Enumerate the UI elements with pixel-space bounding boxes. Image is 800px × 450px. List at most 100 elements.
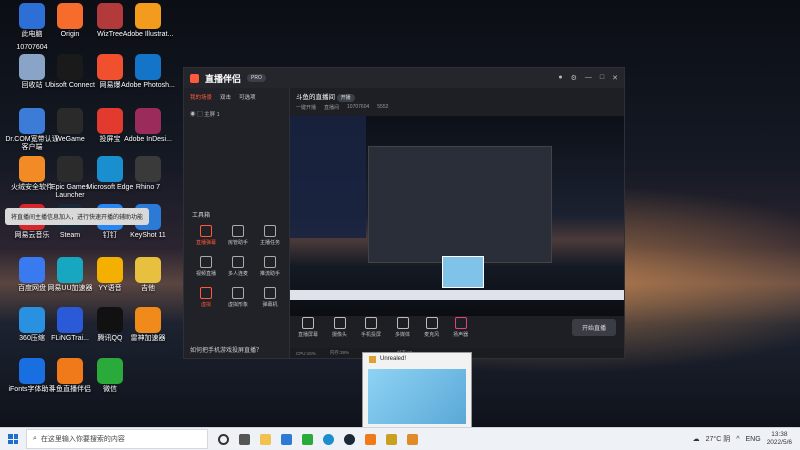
tool-item[interactable]: 虚拟形象	[222, 287, 254, 308]
desktop-icon[interactable]: 吉他	[120, 257, 176, 293]
btn-screen[interactable]: 直播屏幕	[298, 316, 319, 338]
file-explorer-icon[interactable]	[260, 433, 271, 445]
room-tag[interactable]: 开播	[336, 94, 355, 102]
app-logo-icon	[190, 73, 199, 83]
tool-item[interactable]: 多人连麦	[222, 256, 254, 277]
stream-preview[interactable]	[290, 116, 624, 316]
desktop-icon[interactable]: Adobe InDesi...	[120, 108, 176, 144]
maximize-icon[interactable]: □	[600, 74, 604, 82]
scene-item[interactable]: ◉ ▢ 主屏 1	[190, 110, 283, 118]
task-view-icon[interactable]	[239, 433, 250, 445]
tray-overflow-icon[interactable]: ^	[736, 436, 739, 443]
app-icon	[57, 257, 83, 283]
app-titlebar: 直播伴侣 PRO ● ⚙ — □ ✕	[184, 68, 624, 88]
app-badge[interactable]: PRO	[247, 74, 266, 82]
start-stream-button[interactable]: 开始直播	[571, 318, 616, 336]
account-id: 10707604	[4, 44, 60, 52]
tool-icon	[264, 287, 276, 299]
network-app-icon[interactable]	[281, 433, 292, 445]
taskbar-search[interactable]: ⌕ 在这里输入你要搜索的内容	[26, 429, 208, 449]
clock-time: 13:38	[771, 431, 788, 438]
desktop-icon-label: Adobe Photosh...	[121, 82, 175, 89]
desktop-icon[interactable]: 微信	[82, 358, 138, 394]
settings-icon[interactable]: ⚙	[571, 74, 577, 82]
edge-icon[interactable]	[323, 433, 334, 445]
btn-mic[interactable]: 麦克风	[424, 316, 439, 338]
btn-screen-label: 直播屏幕	[298, 331, 319, 338]
tool-item[interactable]: 房管助手	[222, 225, 254, 246]
taskbar-apps	[218, 433, 418, 445]
tab-2[interactable]: 可选项	[239, 93, 256, 101]
window-controls: ● ⚙ — □ ✕	[558, 74, 618, 82]
desktop-icon[interactable]: Adobe Photosh...	[120, 54, 176, 90]
popup-app-icon	[369, 355, 376, 363]
taskbar-preview-popup[interactable]: Unrealed!	[362, 352, 472, 429]
tool-label: 弹幕机	[262, 302, 278, 308]
tool-icon	[232, 287, 244, 299]
tool-label: 多人连麦	[227, 271, 248, 277]
clock[interactable]: 13:38 2022/5/6	[767, 431, 792, 447]
steam-icon[interactable]	[344, 433, 355, 445]
help-hint[interactable]: 如何把手机游戏投屏直播？	[190, 345, 262, 354]
minimize-icon[interactable]: —	[585, 74, 592, 82]
unrealed-icon[interactable]	[407, 433, 418, 445]
right-panel: 斗鱼的直播间 开播 一键开播 直播间 10707604 5552 直播屏幕 摄像…	[290, 88, 624, 358]
btn-media[interactable]: 多媒体	[395, 316, 411, 338]
tool-label: 视频直播	[195, 271, 216, 277]
tool-item[interactable]: 推流助手	[254, 256, 286, 277]
room-meta-1: 直播间	[324, 105, 340, 111]
app-icon	[135, 307, 161, 333]
desktop-icon[interactable]: 雷神加速器	[120, 307, 176, 343]
room-header: 斗鱼的直播间 开播 一键开播 直播间 10707604 5552	[290, 88, 624, 118]
tool-item[interactable]: 虚拟	[190, 287, 222, 308]
btn-speaker[interactable]: 扬声器	[453, 316, 469, 338]
weather-icon: ☁	[692, 436, 700, 443]
tool-icon	[232, 256, 244, 268]
windows-start-icon[interactable]	[8, 434, 18, 444]
app-icon	[57, 358, 83, 384]
room-meta-0[interactable]: 一键开播	[296, 104, 316, 111]
btn-media-label: 多媒体	[395, 331, 411, 338]
popup-thumbnail	[368, 369, 466, 424]
tooltip: 将直播间主播信息加入，进行快速开播的辅助功能	[5, 208, 150, 225]
tool-item[interactable]: 视频直播	[190, 256, 222, 277]
chat-app-icon[interactable]	[302, 433, 313, 445]
tool-item[interactable]: 主播任务	[254, 225, 286, 246]
desktop-icon[interactable]: Rhino 7	[120, 156, 176, 192]
btn-speaker-label: 扬声器	[453, 331, 469, 338]
windows-taskbar: ⌕ 在这里输入你要搜索的内容 ☁ 27°C 阴 ^ ENG 13:38 2022…	[0, 427, 800, 450]
tool-item[interactable]: 直播弹幕	[190, 225, 222, 246]
btn-phone-label: 手机投屏	[361, 331, 382, 338]
close-icon[interactable]: ✕	[612, 74, 618, 82]
weather-text[interactable]: 27°C 阴	[706, 434, 731, 444]
douyu-icon[interactable]	[365, 433, 376, 445]
speaker-icon	[454, 316, 467, 329]
room-title: 斗鱼的直播间	[296, 94, 335, 101]
btn-camera[interactable]: 摄像头	[332, 316, 347, 338]
desktop-icon-label: 雷神加速器	[130, 335, 166, 342]
tab-1[interactable]: 双击	[220, 93, 231, 101]
media-icon	[396, 316, 409, 329]
room-meta-2: 10707604	[347, 104, 370, 110]
desktop-icon[interactable]: Adobe Illustrat...	[120, 3, 176, 39]
microphone-icon	[425, 316, 438, 329]
preview-nested-window	[368, 146, 552, 263]
app-icon	[97, 358, 123, 384]
cortana-icon[interactable]	[218, 433, 229, 445]
preview-desktop	[290, 116, 366, 238]
tool-item[interactable]: 弹幕机	[254, 287, 286, 308]
desktop-icon-label: 吉他	[141, 285, 155, 292]
game-icon[interactable]	[386, 433, 397, 445]
tool-icon	[264, 225, 276, 237]
tool-icon	[200, 256, 212, 268]
btn-phone[interactable]: 手机投屏	[361, 316, 382, 338]
desktop-icon-label: Rhino 7	[135, 184, 161, 191]
lang-indicator[interactable]: ENG	[746, 436, 761, 443]
avatar-icon[interactable]: ●	[558, 74, 562, 82]
app-brand: 直播伴侣	[205, 73, 242, 84]
tool-icon	[200, 287, 212, 299]
desktop-icon-label: KeyShot 11	[130, 232, 166, 239]
desktop-icon-label: Adobe InDesi...	[124, 136, 172, 143]
tab-0[interactable]: 我的场景	[190, 93, 212, 101]
clock-date: 2022/5/6	[766, 439, 792, 446]
